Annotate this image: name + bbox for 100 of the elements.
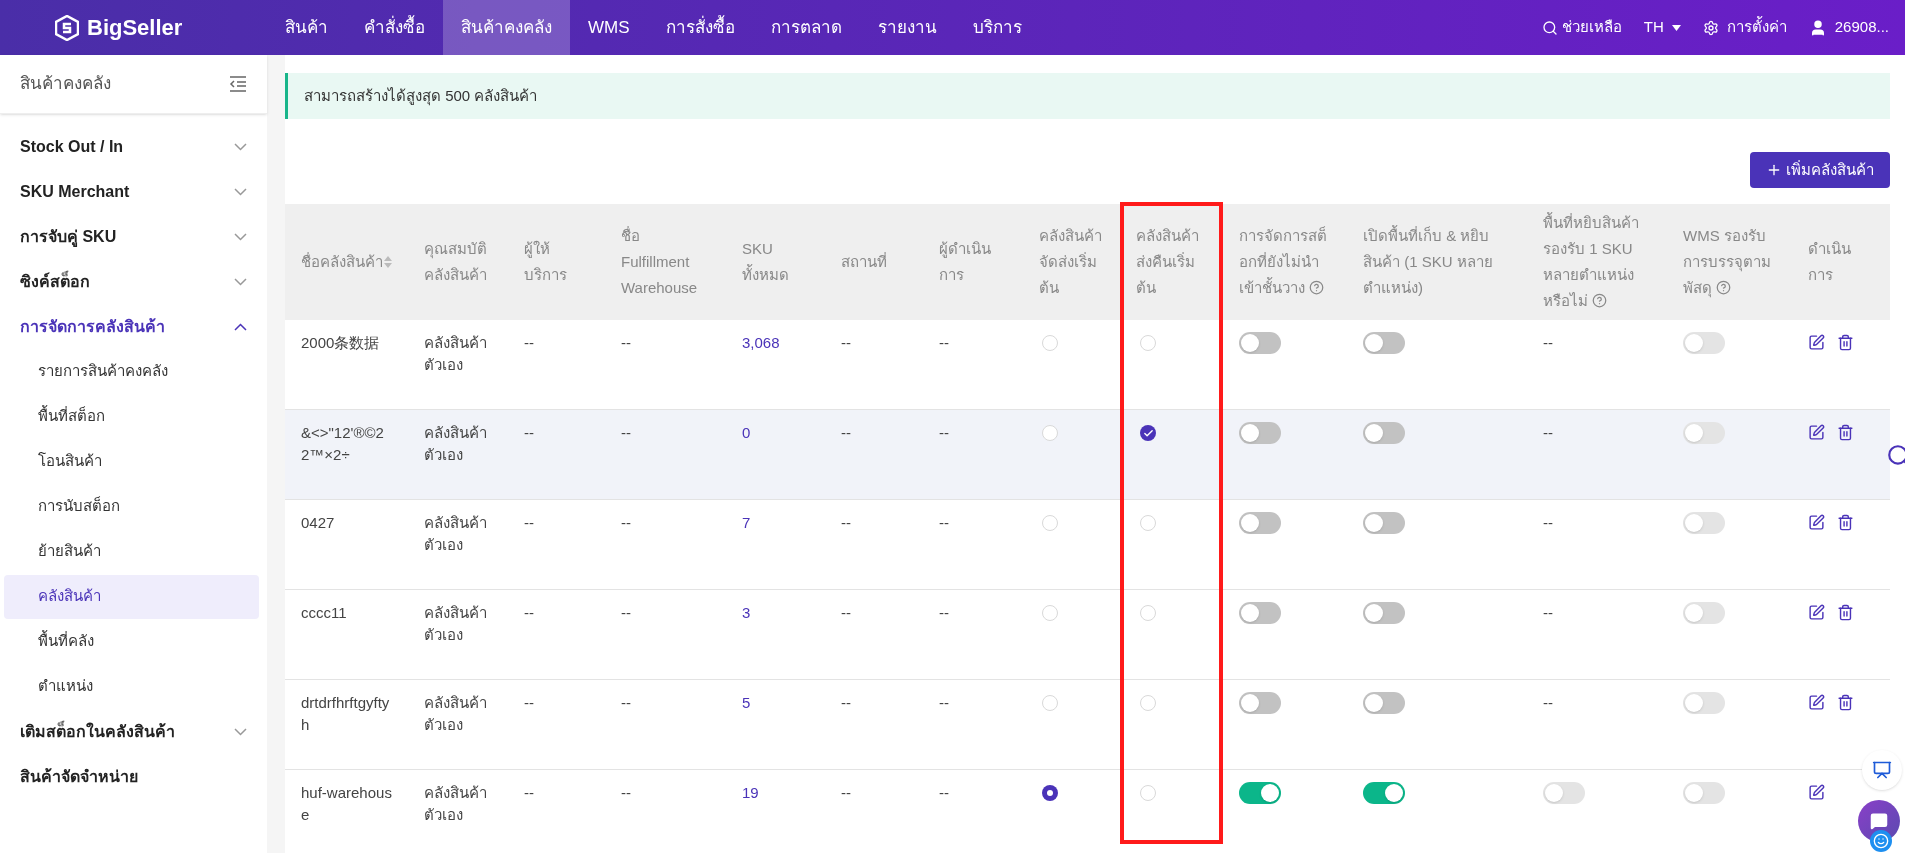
logo-icon bbox=[55, 14, 79, 41]
settings-icon bbox=[1702, 19, 1719, 36]
radio-button[interactable] bbox=[1140, 695, 1156, 711]
table-cell: -- bbox=[1543, 334, 1553, 351]
nav-tab[interactable]: WMS bbox=[570, 0, 648, 55]
column-header: ผู้ดำเนินการ bbox=[923, 204, 1023, 320]
edit-icon[interactable] bbox=[1808, 514, 1825, 531]
column-header: การจัดการสต็อกที่ยังไม่นำเข้าชั้นวาง bbox=[1223, 204, 1347, 320]
table-cell: -- bbox=[621, 604, 631, 621]
table-cell: -- bbox=[524, 514, 534, 531]
sidebar-group[interactable]: SKU Merchant bbox=[0, 169, 267, 214]
sidebar-item[interactable]: พื้นที่คลัง bbox=[4, 619, 259, 664]
sidebar-item[interactable]: รายการสินค้าคงคลัง bbox=[4, 349, 259, 394]
add-warehouse-button[interactable]: เพิ่มคลังสินค้า bbox=[1750, 152, 1890, 188]
sku-count-link[interactable]: 3 bbox=[742, 602, 751, 624]
sidebar-item[interactable]: ย้ายสินค้า bbox=[4, 529, 259, 574]
sidebar-item[interactable]: คลังสินค้า bbox=[4, 574, 259, 619]
table-cell: -- bbox=[1543, 604, 1553, 621]
delete-icon[interactable] bbox=[1837, 334, 1854, 351]
sidebar-item[interactable]: โอนสินค้า bbox=[4, 439, 259, 484]
caret-icon bbox=[1671, 24, 1681, 31]
toggle-switch[interactable] bbox=[1363, 512, 1405, 534]
collapse-icon[interactable] bbox=[229, 76, 247, 92]
toggle-switch[interactable] bbox=[1363, 602, 1405, 624]
help-icon[interactable] bbox=[1592, 293, 1607, 308]
toggle-switch[interactable] bbox=[1239, 692, 1281, 714]
sku-count-link[interactable]: 3,068 bbox=[742, 332, 780, 354]
sidebar-item[interactable]: การนับสต็อก bbox=[4, 484, 259, 529]
toggle-switch[interactable] bbox=[1363, 692, 1405, 714]
chevron-up-icon bbox=[234, 322, 247, 331]
sku-count-link[interactable]: 19 bbox=[742, 782, 759, 804]
sku-count-link[interactable]: 0 bbox=[742, 422, 751, 444]
sidebar-title: สินค้าคงคลัง bbox=[20, 73, 111, 96]
nav-tab[interactable]: สินค้าคงคลัง bbox=[443, 0, 570, 55]
edit-icon[interactable] bbox=[1808, 334, 1825, 351]
delete-icon[interactable] bbox=[1837, 604, 1854, 621]
nav-tab[interactable]: รายงาน bbox=[859, 0, 955, 55]
sidebar-group[interactable]: ซิงค์สต็อก bbox=[0, 259, 267, 304]
sidebar-group[interactable]: Stock Out / In bbox=[0, 124, 267, 169]
edit-icon[interactable] bbox=[1808, 694, 1825, 711]
toggle-switch[interactable] bbox=[1239, 782, 1281, 804]
toggle-switch[interactable] bbox=[1239, 332, 1281, 354]
nav-tab[interactable]: บริการ bbox=[954, 0, 1040, 55]
radio-button[interactable] bbox=[1140, 785, 1156, 801]
sidebar-group[interactable]: การจับคู่ SKU bbox=[0, 214, 267, 259]
table-cell: -- bbox=[841, 424, 851, 441]
radio-button[interactable] bbox=[1042, 335, 1058, 351]
sku-count-link[interactable]: 5 bbox=[742, 692, 751, 714]
nav-tab[interactable]: การตลาด bbox=[752, 0, 860, 55]
chevron-down-icon bbox=[234, 142, 247, 151]
toggle-switch[interactable] bbox=[1363, 782, 1405, 804]
table-cell: -- bbox=[939, 784, 949, 801]
sidebar-group[interactable]: สินค้าจัดจำหน่าย bbox=[0, 754, 267, 799]
sidebar-group[interactable]: การจัดการคลังสินค้า bbox=[0, 304, 267, 349]
table-cell: -- bbox=[1543, 514, 1553, 531]
user-menu[interactable]: 26908... bbox=[1808, 16, 1889, 39]
radio-button[interactable] bbox=[1042, 425, 1058, 441]
checked-radio-button[interactable] bbox=[1140, 425, 1156, 441]
help-link[interactable]: ช่วยเหลือ bbox=[1541, 16, 1622, 39]
nav-tab[interactable]: สินค้า bbox=[267, 0, 346, 55]
table-cell: -- bbox=[524, 694, 534, 711]
edit-icon[interactable] bbox=[1808, 424, 1825, 441]
radio-button[interactable] bbox=[1140, 605, 1156, 621]
sidebar-item[interactable]: พื้นที่สต็อก bbox=[4, 394, 259, 439]
radio-button[interactable] bbox=[1042, 515, 1058, 531]
table-cell: -- bbox=[1543, 424, 1553, 441]
radio-button[interactable] bbox=[1140, 515, 1156, 531]
table-cell: -- bbox=[841, 604, 851, 621]
delete-icon[interactable] bbox=[1837, 694, 1854, 711]
column-header: เปิดพื้นที่เก็บ & หยิบสินค้า (1 SKU หลายตำแหน่ง) bbox=[1347, 204, 1527, 320]
nav-tab[interactable]: คำสั่งซื้อ bbox=[346, 0, 443, 55]
toggle-switch[interactable] bbox=[1363, 422, 1405, 444]
sort-icon[interactable] bbox=[384, 256, 392, 268]
column-header: SKU ทั้งหมด bbox=[726, 204, 825, 320]
table-cell: คลังสินค้าตัวเอง bbox=[424, 694, 487, 733]
sku-count-link[interactable]: 7 bbox=[742, 512, 751, 534]
sidebar-group[interactable]: เติมสต็อกในคลังสินค้า bbox=[0, 709, 267, 754]
toggle-switch[interactable] bbox=[1363, 332, 1405, 354]
sidebar-item[interactable]: ตำแหน่ง bbox=[4, 664, 259, 709]
delete-icon[interactable] bbox=[1837, 424, 1854, 441]
settings-link[interactable]: การตั้งค่า bbox=[1702, 16, 1787, 39]
toggle-switch[interactable] bbox=[1239, 512, 1281, 534]
radio-button[interactable] bbox=[1042, 605, 1058, 621]
edit-icon[interactable] bbox=[1808, 604, 1825, 621]
table-cell: -- bbox=[621, 514, 631, 531]
help-icon[interactable] bbox=[1716, 280, 1731, 295]
checked-radio-button[interactable] bbox=[1042, 785, 1058, 801]
chevron-down-icon bbox=[234, 727, 247, 736]
delete-icon[interactable] bbox=[1837, 514, 1854, 531]
radio-button[interactable] bbox=[1042, 695, 1058, 711]
column-header: ชื่อ Fulfillment Warehouse bbox=[605, 204, 726, 320]
edit-icon[interactable] bbox=[1808, 784, 1825, 801]
radio-button[interactable] bbox=[1140, 335, 1156, 351]
toggle-switch[interactable] bbox=[1239, 602, 1281, 624]
help-icon[interactable] bbox=[1309, 280, 1324, 295]
nav-tab[interactable]: การสั่งซื้อ bbox=[647, 0, 753, 55]
table-cell: -- bbox=[524, 604, 534, 621]
table-cell: &<>"12'®©22™×2÷ bbox=[285, 410, 408, 500]
toggle-switch[interactable] bbox=[1239, 422, 1281, 444]
language-select[interactable]: TH bbox=[1643, 16, 1681, 39]
